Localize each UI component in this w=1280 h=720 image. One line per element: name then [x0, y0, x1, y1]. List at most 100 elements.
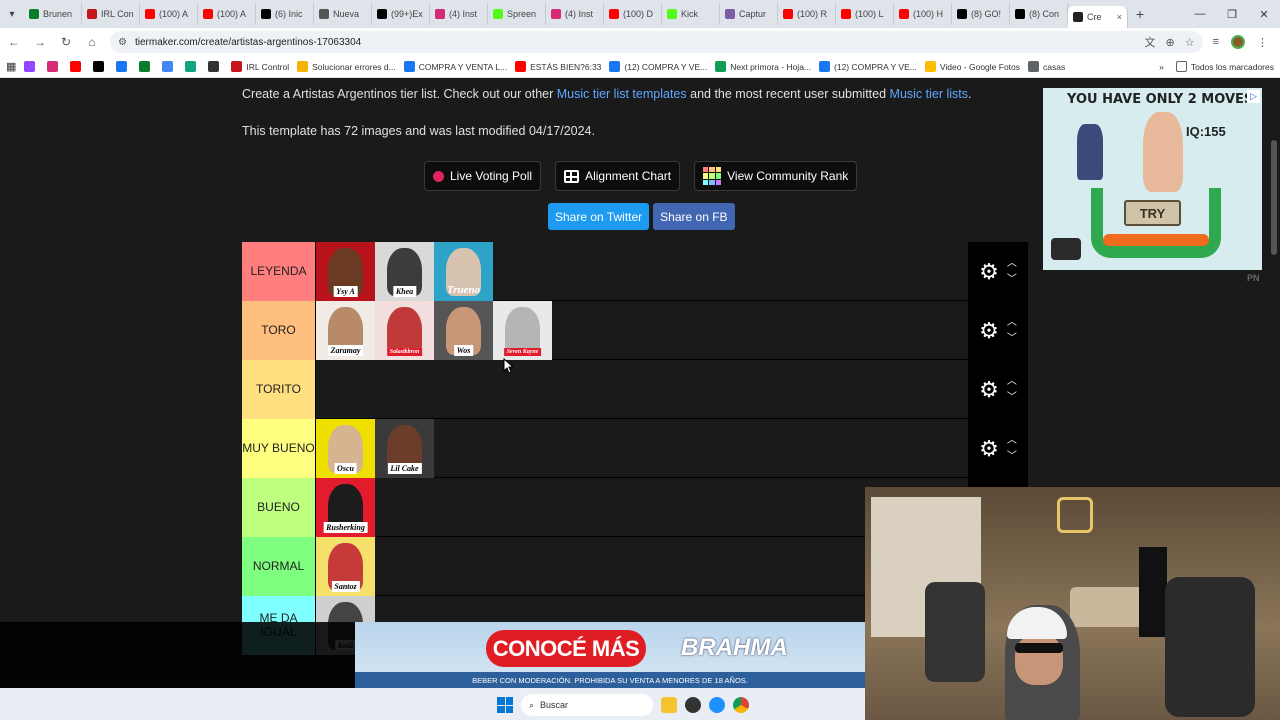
bookmark-item[interactable]	[139, 61, 154, 72]
menu-icon[interactable]: ⋮	[1257, 36, 1268, 49]
share-facebook-button[interactable]: Share on FB	[653, 203, 735, 230]
browser-tab[interactable]: (6) Inic	[256, 3, 314, 25]
new-tab-button[interactable]: +	[1128, 6, 1152, 22]
bookmark-item[interactable]: ESTÁS BIEN?6:33	[515, 61, 601, 72]
close-tab-icon[interactable]: ×	[1117, 12, 1122, 22]
close-window-icon[interactable]: ✕	[1248, 8, 1280, 21]
tier-label[interactable]: BUENO	[242, 478, 316, 537]
chevron-up-icon[interactable]: ︿	[1007, 258, 1017, 269]
browser-tab[interactable]: (100) A	[140, 3, 198, 25]
bookmarks-overflow-icon[interactable]: »	[1159, 62, 1164, 72]
forward-icon[interactable]: →	[32, 35, 48, 49]
browser-tab[interactable]: (100) A	[198, 3, 256, 25]
translate-icon[interactable]: 文	[1144, 34, 1155, 50]
bookmark-item[interactable]: Next primora - Hoja...	[715, 61, 811, 72]
gear-icon[interactable]: ⚙	[979, 260, 999, 283]
bookmark-item[interactable]: IRL Control	[231, 61, 289, 72]
gear-icon[interactable]: ⚙	[979, 378, 999, 401]
reading-list-icon[interactable]: ≡	[1213, 36, 1219, 48]
bookmark-item[interactable]	[24, 61, 39, 72]
gear-icon[interactable]: ⚙	[979, 319, 999, 342]
bookmark-item[interactable]: Video - Google Fotos	[924, 61, 1020, 72]
bookmark-star-icon[interactable]: ☆	[1185, 36, 1195, 49]
browser-tab[interactable]: IRL Con	[82, 3, 140, 25]
bookmark-item[interactable]	[185, 61, 200, 72]
bookmark-item[interactable]	[93, 61, 108, 72]
browser-tab[interactable]: Captur	[720, 3, 778, 25]
artist-card[interactable]: Khea	[375, 242, 434, 301]
live-voting-button[interactable]: Live Voting Poll	[424, 161, 542, 191]
reload-icon[interactable]: ↻	[58, 35, 74, 49]
browser-tab[interactable]: (8) Con	[1010, 3, 1068, 25]
artist-card[interactable]: Salastkbron	[375, 301, 434, 360]
tier-label[interactable]: TORITO	[242, 360, 316, 419]
bookmark-item[interactable]: COMPRA Y VENTA L...	[403, 61, 507, 72]
chevron-down-icon[interactable]: ﹀	[1007, 333, 1017, 344]
tier-label[interactable]: TORO	[242, 301, 316, 360]
chevron-up-icon[interactable]: ︿	[1007, 376, 1017, 387]
scrollbar-thumb[interactable]	[1271, 140, 1277, 255]
browser-tab[interactable]: (99+)Ex	[372, 3, 430, 25]
artist-card[interactable]: Seven Kayne	[493, 301, 552, 360]
tab-search-icon[interactable]: ▾	[0, 0, 24, 28]
tier-label[interactable]: NORMAL	[242, 537, 316, 596]
artist-card[interactable]: Zaramay	[316, 301, 375, 360]
browser-tab[interactable]: (100) H	[894, 3, 952, 25]
side-advertisement[interactable]: YOU HAVE ONLY 2 MOVES IQ:155 TRY ▷	[1043, 88, 1262, 270]
browser-tab[interactable]: (8) GO!	[952, 3, 1010, 25]
bookmark-item[interactable]	[208, 61, 223, 72]
tier-items[interactable]	[316, 360, 968, 418]
tier-items[interactable]: Zaramay Salastkbron Wos Seven Kayne	[316, 301, 968, 360]
maximize-icon[interactable]: ❐	[1216, 8, 1248, 21]
browser-tab[interactable]: (100) D	[604, 3, 662, 25]
taskbar-search-input[interactable]: ⌕ Buscar	[521, 694, 653, 716]
bookmark-item[interactable]	[116, 61, 131, 72]
artist-card[interactable]: Oscu	[316, 419, 375, 478]
artist-card[interactable]: Wos	[434, 301, 493, 360]
browser-tab[interactable]: Nueva	[314, 3, 372, 25]
bookmark-item[interactable]	[47, 61, 62, 72]
chevron-down-icon[interactable]: ﹀	[1007, 392, 1017, 403]
edge-icon[interactable]	[709, 697, 725, 713]
site-info-icon[interactable]: ⚙	[118, 37, 127, 48]
ad-cta-button[interactable]: CONOCÉ MÁS	[486, 630, 646, 667]
tier-label[interactable]: LEYENDA	[242, 242, 316, 301]
bookmark-item[interactable]: Solucionar errores d...	[297, 61, 396, 72]
browser-tab[interactable]: (100) R	[778, 3, 836, 25]
artist-card[interactable]: Lil Cake	[375, 419, 434, 478]
browser-tab[interactable]: (4) Inst	[546, 3, 604, 25]
tier-label[interactable]: MUY BUENO	[242, 419, 316, 478]
alignment-chart-button[interactable]: Alignment Chart	[555, 161, 681, 191]
chevron-down-icon[interactable]: ﹀	[1007, 451, 1017, 462]
tier-items[interactable]: Oscu Lil Cake	[316, 419, 968, 478]
url-input[interactable]: ⚙ tiermaker.com/create/artistas-argentin…	[110, 31, 1203, 53]
browser-tab[interactable]: Spreen	[488, 3, 546, 25]
file-explorer-icon[interactable]	[661, 697, 677, 713]
browser-tab[interactable]: (100) L	[836, 3, 894, 25]
share-twitter-button[interactable]: Share on Twitter	[548, 203, 650, 230]
back-icon[interactable]: ←	[6, 35, 22, 49]
music-tier-lists-link[interactable]: Music tier lists	[890, 87, 968, 101]
chevron-up-icon[interactable]: ︿	[1007, 317, 1017, 328]
artist-card[interactable]: Trueno	[434, 242, 493, 301]
chevron-up-icon[interactable]: ︿	[1007, 435, 1017, 446]
bookmark-item[interactable]: (12) COMPRA Y VE...	[609, 61, 707, 72]
obs-icon[interactable]	[685, 697, 701, 713]
zoom-icon[interactable]: ⊕	[1165, 36, 1174, 49]
bookmark-item[interactable]	[162, 61, 177, 72]
home-icon[interactable]: ⌂	[84, 35, 100, 49]
music-templates-link[interactable]: Music tier list templates	[557, 87, 687, 101]
bookmark-item[interactable]: (12) COMPRA Y VE...	[819, 61, 917, 72]
tab-active[interactable]: Cre ×	[1068, 6, 1128, 28]
apps-icon[interactable]: ▦	[6, 60, 16, 73]
browser-tab[interactable]: (4) Inst	[430, 3, 488, 25]
community-rank-button[interactable]: View Community Rank	[694, 161, 858, 191]
artist-card[interactable]: Rusherking	[316, 478, 375, 537]
all-bookmarks-button[interactable]: Todos los marcadores	[1175, 61, 1274, 72]
tier-items[interactable]: Ysy A Khea Trueno	[316, 242, 968, 301]
artist-card[interactable]: Ysy A	[316, 242, 375, 301]
windows-start-icon[interactable]	[497, 697, 513, 713]
bookmark-item[interactable]	[70, 61, 85, 72]
browser-tab[interactable]: Brunen	[24, 3, 82, 25]
artist-card[interactable]: Santoz	[316, 537, 375, 596]
